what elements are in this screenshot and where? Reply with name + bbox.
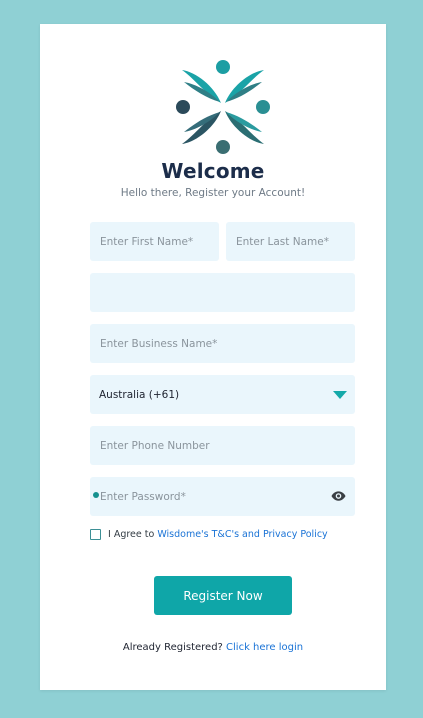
country-selected-value: Australia (+61) [99,388,180,401]
login-prompt: Already Registered? Click here login [40,642,386,653]
blank-input[interactable] [90,273,355,312]
first-name-input[interactable] [90,222,219,261]
already-registered-text: Already Registered? [122,642,227,653]
terms-checkbox[interactable] [90,529,101,540]
people-circle-logo-icon [176,60,270,154]
country-code-select[interactable]: Australia (+61) [90,375,355,414]
terms-agreement: I Agree to Wisdome's T&C's and Privacy P… [90,529,328,540]
eye-icon[interactable] [331,490,346,502]
password-input[interactable] [90,477,355,516]
phone-number-input[interactable] [90,426,355,465]
business-name-input[interactable] [90,324,355,363]
last-name-input[interactable] [226,222,355,261]
terms-link[interactable]: Wisdome's T&C's and Privacy Policy [157,529,327,540]
chevron-down-icon [333,391,347,399]
page-subtitle: Hello there, Register your Account! [120,187,306,199]
register-button[interactable]: Register Now [154,576,292,615]
terms-prefix: I Agree to [108,529,158,540]
text-cursor-dot [93,492,99,498]
login-link[interactable]: Click here login [226,642,303,653]
register-card: Welcome Hello there, Register your Accou… [40,24,386,690]
terms-text: I Agree to Wisdome's T&C's and Privacy P… [108,529,328,540]
page-title: Welcome [161,159,265,183]
